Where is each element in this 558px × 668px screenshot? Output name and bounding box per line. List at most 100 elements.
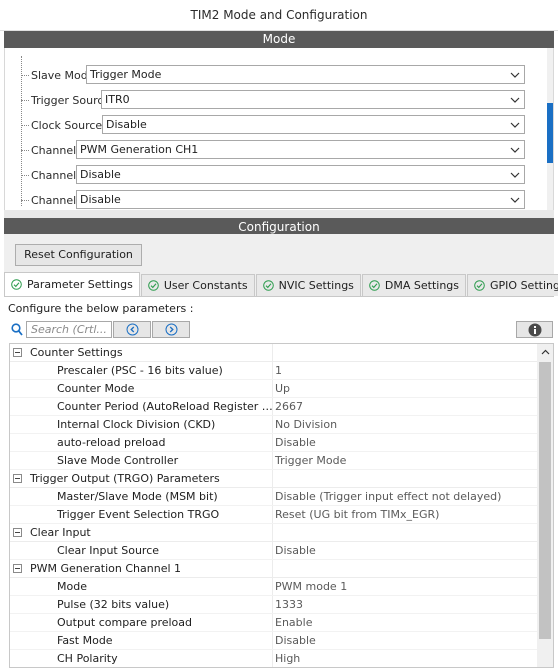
parameter-row[interactable]: Master/Slave Mode (MSM bit) Disable (Trig… xyxy=(10,488,538,506)
parameter-name: Mode xyxy=(57,580,87,593)
tree-connector xyxy=(21,124,29,126)
mode-divider xyxy=(4,210,554,218)
mode-select[interactable]: Disable xyxy=(76,165,525,184)
group-title: PWM Generation Channel 1 xyxy=(30,562,182,575)
parameter-row[interactable]: Internal Clock Division (CKD) No Division xyxy=(10,416,538,434)
tab-label: DMA Settings xyxy=(384,279,460,292)
parameter-value[interactable]: Disable (Trigger input effect not delaye… xyxy=(275,490,501,503)
mode-select[interactable]: ITR0 xyxy=(101,90,525,109)
group-title: Trigger Output (TRGO) Parameters xyxy=(30,472,220,485)
chevron-down-icon[interactable] xyxy=(506,191,524,208)
chevron-down-icon[interactable] xyxy=(506,66,524,83)
parameter-value[interactable]: Enable xyxy=(275,616,312,629)
collapse-icon[interactable] xyxy=(13,564,22,573)
parameter-name: CH Polarity xyxy=(57,652,118,665)
mode-select[interactable]: Disable xyxy=(102,115,525,134)
mode-header: Mode xyxy=(4,31,554,48)
chevron-down-icon[interactable] xyxy=(506,116,524,133)
parameter-name: Internal Clock Division (CKD) xyxy=(57,418,216,431)
tab-user-constants[interactable]: User Constants xyxy=(140,274,255,296)
tab-gpio-settings[interactable]: GPIO Settings xyxy=(467,274,558,296)
parameter-value[interactable]: Disable xyxy=(275,634,316,647)
parameter-value[interactable]: No Division xyxy=(275,418,337,431)
parameter-value[interactable]: 2667 xyxy=(275,400,303,413)
parameter-row[interactable]: CH Polarity High xyxy=(10,650,538,667)
mode-select-value: Trigger Mode xyxy=(90,68,162,81)
tab-label: User Constants xyxy=(163,279,248,292)
search-icon xyxy=(11,323,23,336)
chevron-right-icon xyxy=(165,323,177,336)
mode-label: Clock Source xyxy=(31,118,103,132)
parameter-value[interactable]: Reset (UG bit from TIMx_EGR) xyxy=(275,508,439,521)
group-row[interactable]: Trigger Output (TRGO) Parameters xyxy=(10,470,538,488)
chevron-down-icon[interactable] xyxy=(506,166,524,183)
collapse-icon[interactable] xyxy=(13,348,22,357)
search-input[interactable]: Search (Crtl... xyxy=(26,321,112,338)
parameter-row[interactable]: Counter Period (AutoReload Register - 32… xyxy=(10,398,538,416)
parameter-row[interactable]: Prescaler (PSC - 16 bits value) 1 xyxy=(10,362,538,380)
tree-connector xyxy=(21,149,29,151)
grid-scroll-thumb[interactable] xyxy=(539,362,551,639)
collapse-icon[interactable] xyxy=(13,528,22,537)
window-title: TIM2 Mode and Configuration xyxy=(0,0,558,31)
parameter-row[interactable]: Mode PWM mode 1 xyxy=(10,578,538,596)
search-next-button[interactable] xyxy=(152,321,190,338)
info-button[interactable] xyxy=(516,321,553,338)
parameter-name: Counter Mode xyxy=(57,382,135,395)
parameter-value[interactable]: Disable xyxy=(275,436,316,449)
group-row[interactable]: PWM Generation Channel 1 xyxy=(10,560,538,578)
tab-parameter-settings[interactable]: Parameter Settings xyxy=(4,272,140,296)
mode-row: Clock Source xyxy=(21,115,104,135)
mode-label: Slave Mode xyxy=(31,68,95,82)
grid-scrollbar[interactable] xyxy=(537,344,553,667)
parameter-value[interactable]: Disable xyxy=(275,544,316,557)
mode-select[interactable]: Trigger Mode xyxy=(86,65,525,84)
search-prev-button[interactable] xyxy=(113,321,151,338)
parameter-value[interactable]: Trigger Mode xyxy=(275,454,346,467)
mode-select[interactable]: PWM Generation CH1 xyxy=(76,140,525,159)
parameter-row[interactable]: Counter Mode Up xyxy=(10,380,538,398)
parameter-row[interactable]: Trigger Event Selection TRGO Reset (UG bi… xyxy=(10,506,538,524)
check-circle-icon xyxy=(474,280,485,291)
tab-label: Parameter Settings xyxy=(27,278,133,291)
check-circle-icon xyxy=(11,279,22,290)
tree-connector xyxy=(21,199,29,201)
mode-scroll-thumb[interactable] xyxy=(547,103,553,163)
parameter-value[interactable]: PWM mode 1 xyxy=(275,580,347,593)
tree-connector xyxy=(21,74,29,76)
group-row[interactable]: Counter Settings xyxy=(10,344,538,362)
check-circle-icon xyxy=(148,280,159,291)
tab-nvic-settings[interactable]: NVIC Settings xyxy=(255,274,361,296)
collapse-icon[interactable] xyxy=(13,474,22,483)
mode-select[interactable]: Disable xyxy=(76,190,525,209)
parameter-row[interactable]: Pulse (32 bits value) 1333 xyxy=(10,596,538,614)
parameter-value[interactable]: High xyxy=(275,652,300,665)
parameter-row[interactable]: Output compare preload Enable xyxy=(10,614,538,632)
mode-select-value: Disable xyxy=(80,168,121,181)
parameter-name: auto-reload preload xyxy=(57,436,166,449)
reset-configuration-button[interactable]: Reset Configuration xyxy=(15,244,142,266)
mode-select-value: ITR0 xyxy=(105,93,130,106)
tree-connector xyxy=(21,99,29,101)
parameter-row[interactable]: Clear Input Source Disable xyxy=(10,542,538,560)
check-circle-icon xyxy=(369,280,380,291)
mode-scrollbar[interactable] xyxy=(547,48,553,210)
parameter-value[interactable]: 1 xyxy=(275,364,282,377)
parameter-row[interactable]: Slave Mode Controller Trigger Mode xyxy=(10,452,538,470)
parameter-name: Trigger Event Selection TRGO xyxy=(57,508,220,521)
scroll-up-button[interactable] xyxy=(537,344,553,360)
parameter-value[interactable]: 1333 xyxy=(275,598,303,611)
parameter-row[interactable]: auto-reload preload Disable xyxy=(10,434,538,452)
chevron-left-icon xyxy=(126,323,138,336)
parameter-name: Slave Mode Controller xyxy=(57,454,179,467)
parameter-value[interactable]: Up xyxy=(275,382,290,395)
tab-label: NVIC Settings xyxy=(278,279,354,292)
mode-label: Trigger Source xyxy=(31,93,111,107)
parameter-name: Fast Mode xyxy=(57,634,113,647)
chevron-down-icon[interactable] xyxy=(506,141,524,158)
parameter-row[interactable]: Fast Mode Disable xyxy=(10,632,538,650)
parameter-name: Clear Input Source xyxy=(57,544,160,557)
tab-dma-settings[interactable]: DMA Settings xyxy=(361,274,467,296)
group-row[interactable]: Clear Input xyxy=(10,524,538,542)
chevron-down-icon[interactable] xyxy=(506,91,524,108)
